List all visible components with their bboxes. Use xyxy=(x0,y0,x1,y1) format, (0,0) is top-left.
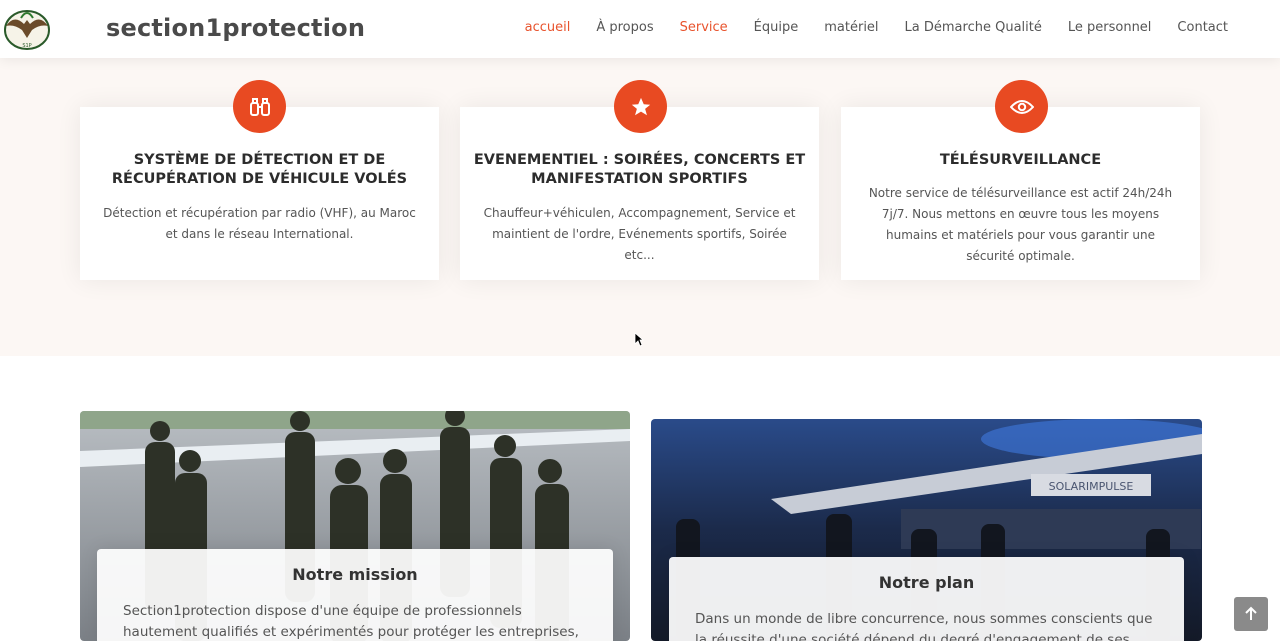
service-title: TÉLÉSURVEILLANCE xyxy=(939,152,1102,168)
star-icon xyxy=(614,80,667,133)
service-title: SYSTÈME DE DÉTECTION ET DE RÉCUPÉRATION … xyxy=(111,152,408,187)
nav-demarche-qualite[interactable]: La Démarche Qualité xyxy=(905,20,1042,35)
plan-title: Notre plan xyxy=(878,573,975,592)
back-to-top-button[interactable] xyxy=(1234,597,1268,631)
arrow-up-icon xyxy=(1245,606,1257,620)
svg-text:S1P: S1P xyxy=(22,43,31,49)
nav-service[interactable]: Service xyxy=(680,20,728,35)
logo-icon[interactable]: S1P xyxy=(0,4,54,52)
nav-materiel[interactable]: matériel xyxy=(824,20,878,35)
mission-title: Notre mission xyxy=(292,565,418,584)
mission-text: Section1protection dispose d'une équipe … xyxy=(123,603,579,640)
main-nav: accueil À propos Service Équipe matériel… xyxy=(525,20,1228,35)
nav-accueil[interactable]: accueil xyxy=(525,20,571,35)
nav-equipe[interactable]: Équipe xyxy=(754,20,799,35)
service-title: EVENEMENTIEL : SOIRÉES, CONCERTS ET MANI… xyxy=(473,152,806,187)
service-text: Chauffeur+véhiculen, Accompagnement, Ser… xyxy=(483,206,796,262)
site-header: S1P section1protection accueil À propos … xyxy=(0,0,1280,58)
service-text: Notre service de télésurveillance est ac… xyxy=(868,186,1173,263)
mission-panel: Notre mission Section1protection dispose… xyxy=(97,549,613,641)
svg-text:SOLARIMPULSE: SOLARIMPULSE xyxy=(1049,480,1134,493)
nav-le-personnel[interactable]: Le personnel xyxy=(1068,20,1152,35)
plan-panel: Notre plan Dans un monde de libre concur… xyxy=(669,557,1184,641)
site-brand[interactable]: section1protection xyxy=(106,14,365,42)
service-text: Détection et récupération par radio (VHF… xyxy=(103,206,416,241)
eye-icon xyxy=(995,80,1048,133)
mouse-cursor-icon xyxy=(634,332,645,352)
nav-contact[interactable]: Contact xyxy=(1177,20,1228,35)
binoculars-icon xyxy=(233,80,286,133)
plan-text: Dans un monde de libre concurrence, nous… xyxy=(695,611,1153,641)
nav-a-propos[interactable]: À propos xyxy=(596,20,653,35)
